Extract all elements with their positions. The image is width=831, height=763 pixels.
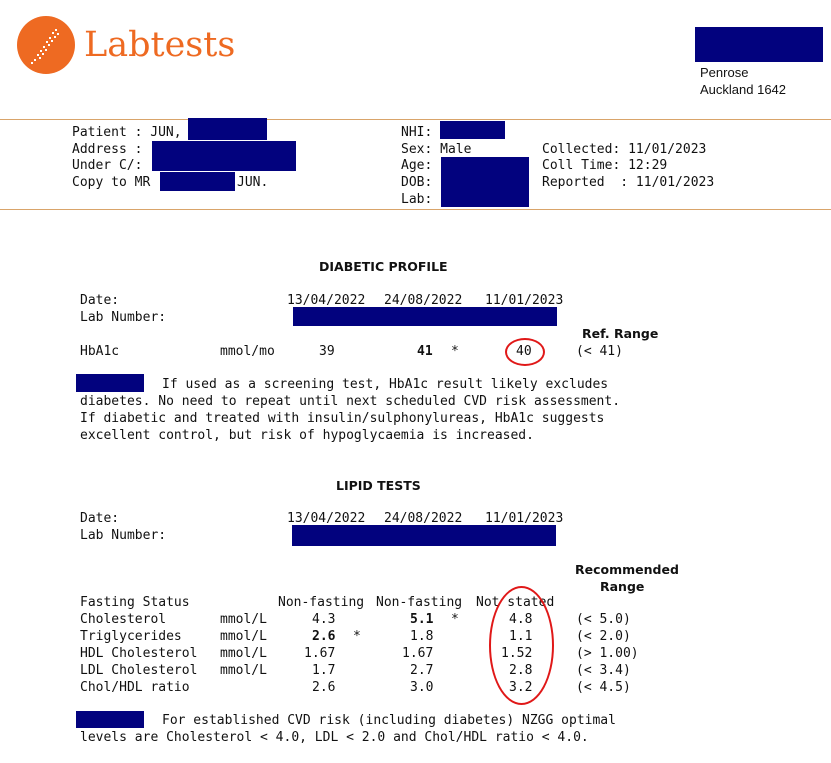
collection-time: Coll Time: 12:29 <box>542 158 668 173</box>
lipid-row-range: (< 3.4) <box>576 663 631 678</box>
redacted-block <box>188 118 267 140</box>
address-line-1: Penrose <box>700 65 749 80</box>
lipid-row-v1: 1.67 <box>304 646 336 661</box>
diabetic-title: DIABETIC PROFILE <box>319 259 448 274</box>
collected-date: Collected: 11/01/2023 <box>542 142 707 157</box>
under-label: Under C/: <box>72 158 143 173</box>
copy-suffix: JUN. <box>237 175 269 190</box>
redacted-block <box>695 27 823 62</box>
hba1c-flag: * <box>451 344 459 359</box>
diabetic-comment-1: If used as a screening test, HbA1c resul… <box>162 377 609 392</box>
date-label: Date: <box>80 293 120 308</box>
labtests-logo-icon <box>17 16 75 74</box>
highlight-oval <box>489 586 554 705</box>
lipid-row-name: Chol/HDL ratio <box>80 680 190 695</box>
highlight-circle <box>505 338 545 366</box>
lipid-row-range: (< 2.0) <box>576 629 631 644</box>
lipid-row-v1: 2.6 <box>312 629 336 644</box>
lipid-row-name: HDL Cholesterol <box>80 646 198 661</box>
redacted-block <box>152 141 296 171</box>
lipid-row-flag: * <box>353 629 361 644</box>
redacted-block <box>76 374 144 392</box>
lipid-row-v1: 1.7 <box>312 663 336 678</box>
lab-label: Lab: <box>401 192 433 207</box>
date-label: Date: <box>80 511 120 526</box>
lipid-row-range: (< 5.0) <box>576 612 631 627</box>
address-line-2: Auckland 1642 <box>700 82 787 97</box>
lipid-row-flag: * <box>451 612 459 627</box>
hba1c-unit: mmol/mo <box>220 344 275 359</box>
redacted-block <box>292 525 556 546</box>
lipid-row-v2: 1.67 <box>402 646 434 661</box>
lipid-row-v1: 2.6 <box>312 680 336 695</box>
recommended-header: Recommended <box>575 562 679 577</box>
reported-date: Reported : 11/01/2023 <box>542 175 715 190</box>
lipid-row-range: (< 4.5) <box>576 680 631 695</box>
nhi-label: NHI: <box>401 125 433 140</box>
lab-number-label: Lab Number: <box>80 310 167 325</box>
redacted-block <box>441 157 529 207</box>
brand-name: Labtests <box>84 25 236 65</box>
age-label: Age: <box>401 158 433 173</box>
lipid-row-unit: mmol/L <box>220 629 267 644</box>
lipid-row-name: Triglycerides <box>80 629 182 644</box>
lipid-row-unit: mmol/L <box>220 663 267 678</box>
lipid-row-name: Cholesterol <box>80 612 167 627</box>
redacted-block <box>160 172 235 191</box>
redacted-block <box>76 711 144 728</box>
ref-range-header: Ref. Range <box>582 326 659 341</box>
hba1c-range: (< 41) <box>576 344 623 359</box>
range-header: Range <box>600 579 645 594</box>
lipid-row-v2: 2.7 <box>410 663 434 678</box>
lab-number-label: Lab Number: <box>80 528 167 543</box>
lipid-row-v2: 5.1 <box>410 612 434 627</box>
copy-label: Copy to MR <box>72 175 151 190</box>
dob-label: DOB: <box>401 175 433 190</box>
fasting-v1: Non-fasting <box>278 595 365 610</box>
diabetic-comment-2: diabetes. No need to repeat until next s… <box>80 394 621 409</box>
divider-top <box>0 119 831 120</box>
lipid-row-v1: 4.3 <box>312 612 336 627</box>
lipid-row-unit: mmol/L <box>220 646 267 661</box>
lipid-row-v2: 1.8 <box>410 629 434 644</box>
hba1c-v2: 41 <box>417 344 433 359</box>
lipid-comment-1: For established CVD risk (including diab… <box>162 713 616 728</box>
lipid-title: LIPID TESTS <box>336 478 421 493</box>
lipid-row-range: (> 1.00) <box>576 646 639 661</box>
patient-label: Patient : JUN, <box>72 125 182 140</box>
redacted-block <box>440 121 505 139</box>
lipid-row-v2: 3.0 <box>410 680 434 695</box>
lipid-comment-2: levels are Cholesterol < 4.0, LDL < 2.0 … <box>80 730 589 745</box>
hba1c-v1: 39 <box>319 344 335 359</box>
lipid-row-name: LDL Cholesterol <box>80 663 198 678</box>
sex-text: Sex: Male <box>401 142 472 157</box>
redacted-block <box>293 307 557 326</box>
diabetic-comment-4: excellent control, but risk of hypoglyca… <box>80 428 534 443</box>
address-label: Address : <box>72 142 143 157</box>
diabetic-comment-3: If diabetic and treated with insulin/sul… <box>80 411 605 426</box>
lipid-row-unit: mmol/L <box>220 612 267 627</box>
fasting-name: Fasting Status <box>80 595 190 610</box>
fasting-v2: Non-fasting <box>376 595 463 610</box>
divider-bottom <box>0 209 831 210</box>
hba1c-name: HbA1c <box>80 344 120 359</box>
